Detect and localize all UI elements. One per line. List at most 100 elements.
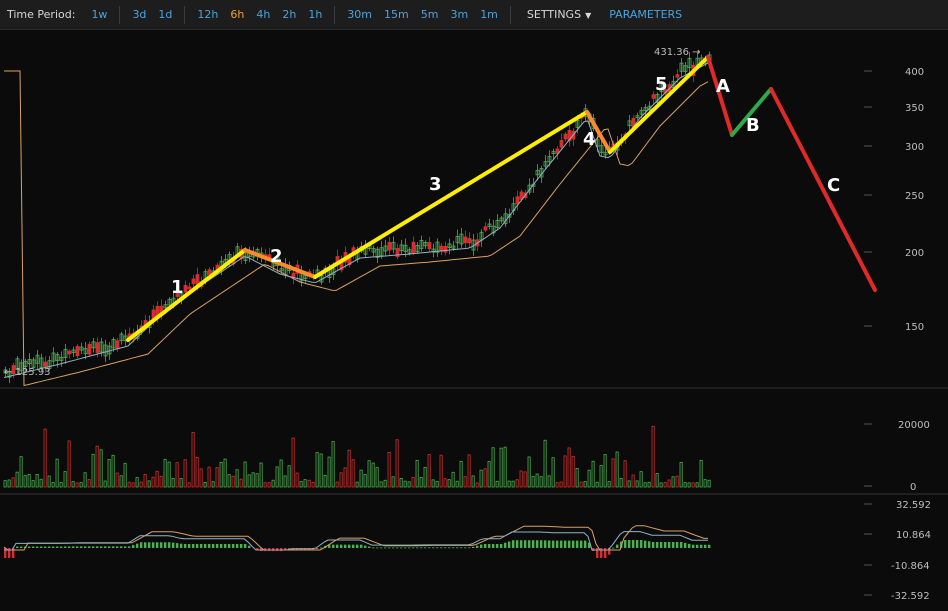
period-1h-button[interactable]: 1h bbox=[308, 8, 322, 21]
macd-histogram-bar bbox=[188, 544, 191, 548]
volume-bar bbox=[671, 476, 675, 488]
volume-bar bbox=[143, 473, 147, 488]
volume-bar bbox=[659, 482, 663, 488]
macd-histogram-bar bbox=[464, 547, 467, 549]
volume-bar bbox=[35, 474, 39, 488]
volume-bar bbox=[39, 478, 43, 488]
period-4h-button[interactable]: 4h bbox=[256, 8, 270, 21]
volume-bar bbox=[183, 459, 187, 488]
volume-bar bbox=[491, 447, 495, 488]
volume-bar bbox=[535, 473, 539, 488]
period-1w-button[interactable]: 1w bbox=[91, 8, 107, 21]
parameters-button[interactable]: PARAMETERS bbox=[609, 8, 682, 21]
period-3d-button[interactable]: 3d bbox=[132, 8, 146, 21]
candle-body bbox=[651, 94, 656, 99]
candle-body bbox=[115, 340, 120, 350]
macd-histogram-bar bbox=[180, 543, 183, 548]
period-30m-button[interactable]: 30m bbox=[347, 8, 372, 21]
volume-bar bbox=[643, 482, 647, 488]
macd-histogram-bar bbox=[428, 547, 431, 549]
volume-bar bbox=[251, 472, 255, 488]
elliott-wave-lines bbox=[126, 55, 877, 342]
volume-bar bbox=[539, 476, 543, 488]
macd-histogram-bar bbox=[488, 544, 491, 548]
macd-histogram-bar bbox=[524, 540, 527, 548]
macd-histogram-bar bbox=[376, 547, 379, 549]
period-5m-button[interactable]: 5m bbox=[421, 8, 439, 21]
wave-label-5: 5 bbox=[655, 74, 668, 95]
macd-histogram-bar bbox=[44, 546, 47, 548]
macd-histogram-bar bbox=[676, 542, 679, 548]
macd-histogram-bar bbox=[460, 547, 463, 549]
volume-bar bbox=[503, 446, 507, 488]
macd-histogram-bar bbox=[476, 545, 479, 548]
volume-bar bbox=[419, 477, 423, 488]
volume-bar bbox=[519, 470, 523, 488]
period-2h-button[interactable]: 2h bbox=[282, 8, 296, 21]
period-15m-button[interactable]: 15m bbox=[384, 8, 409, 21]
volume-bar bbox=[391, 476, 395, 488]
volume-bar bbox=[703, 479, 707, 488]
macd-histogram-bar bbox=[228, 544, 231, 548]
macd-histogram-bar bbox=[124, 546, 127, 548]
settings-menu[interactable]: SETTINGS ▼ bbox=[527, 8, 591, 21]
volume-bar bbox=[463, 476, 467, 488]
macd-histogram-bar bbox=[392, 547, 395, 549]
volume-bar bbox=[363, 474, 367, 488]
volume-bar bbox=[11, 477, 15, 488]
volume-bar bbox=[367, 460, 371, 488]
macd-histogram-bar bbox=[20, 546, 23, 548]
volume-bar bbox=[147, 480, 151, 488]
macd-histogram-bar bbox=[100, 546, 103, 548]
candle-body bbox=[87, 343, 92, 355]
macd-histogram-bar bbox=[648, 541, 651, 548]
wave-label-c: C bbox=[827, 175, 840, 196]
macd-histogram-bar bbox=[400, 547, 403, 549]
wave-5-line bbox=[608, 55, 710, 154]
period-1d-button[interactable]: 1d bbox=[158, 8, 172, 21]
volume-bar bbox=[299, 481, 303, 488]
macd-histogram-bar bbox=[76, 546, 79, 548]
volume-bar bbox=[115, 472, 119, 488]
volume-bar bbox=[563, 455, 567, 488]
macd-histogram-bar bbox=[380, 547, 383, 549]
volume-bar bbox=[211, 481, 215, 488]
price-tick-300: 300 bbox=[905, 142, 924, 153]
wave-1-line bbox=[126, 248, 247, 342]
volume-bar bbox=[151, 476, 155, 488]
period-3m-button[interactable]: 3m bbox=[450, 8, 468, 21]
candle-body bbox=[467, 238, 472, 244]
volume-bar bbox=[51, 482, 55, 488]
volume-bar bbox=[423, 466, 427, 488]
macd-histogram-bar bbox=[112, 546, 115, 548]
macd-histogram-bar bbox=[372, 547, 375, 549]
volume-bar bbox=[635, 480, 639, 488]
volume-bar bbox=[319, 453, 323, 488]
volume-bar bbox=[291, 437, 295, 488]
volume-bar bbox=[647, 481, 651, 488]
high-price-marker: 431.36 → bbox=[654, 47, 701, 58]
period-12h-button[interactable]: 12h bbox=[197, 8, 218, 21]
macd-histogram-bar bbox=[340, 544, 343, 548]
macd-histogram-bar bbox=[516, 540, 519, 548]
candle-body bbox=[443, 245, 448, 253]
volume-bar bbox=[387, 452, 391, 488]
chart-area[interactable]: 1 2 3 4 5 A B C 400 350 300 250 200 150 … bbox=[0, 30, 948, 611]
macd-histogram-bar bbox=[652, 542, 655, 548]
volume-bar bbox=[611, 458, 615, 488]
volume-bar bbox=[199, 468, 203, 488]
wave-c-line bbox=[769, 87, 877, 292]
macd-histogram-bar bbox=[420, 547, 423, 549]
moving-average-fast bbox=[3, 62, 709, 378]
toolbar-divider bbox=[119, 5, 121, 24]
macd-tick-neg-10864: -10.864 bbox=[891, 561, 930, 572]
volume-bar bbox=[547, 475, 551, 488]
candle-body bbox=[183, 285, 188, 293]
period-1m-button[interactable]: 1m bbox=[480, 8, 498, 21]
macd-histogram-bar bbox=[364, 545, 367, 548]
volume-bar bbox=[359, 469, 363, 488]
period-6h-button[interactable]: 6h bbox=[230, 8, 244, 21]
volume-bar bbox=[275, 466, 279, 488]
volume-bar bbox=[159, 475, 163, 488]
volume-bar bbox=[483, 468, 487, 488]
